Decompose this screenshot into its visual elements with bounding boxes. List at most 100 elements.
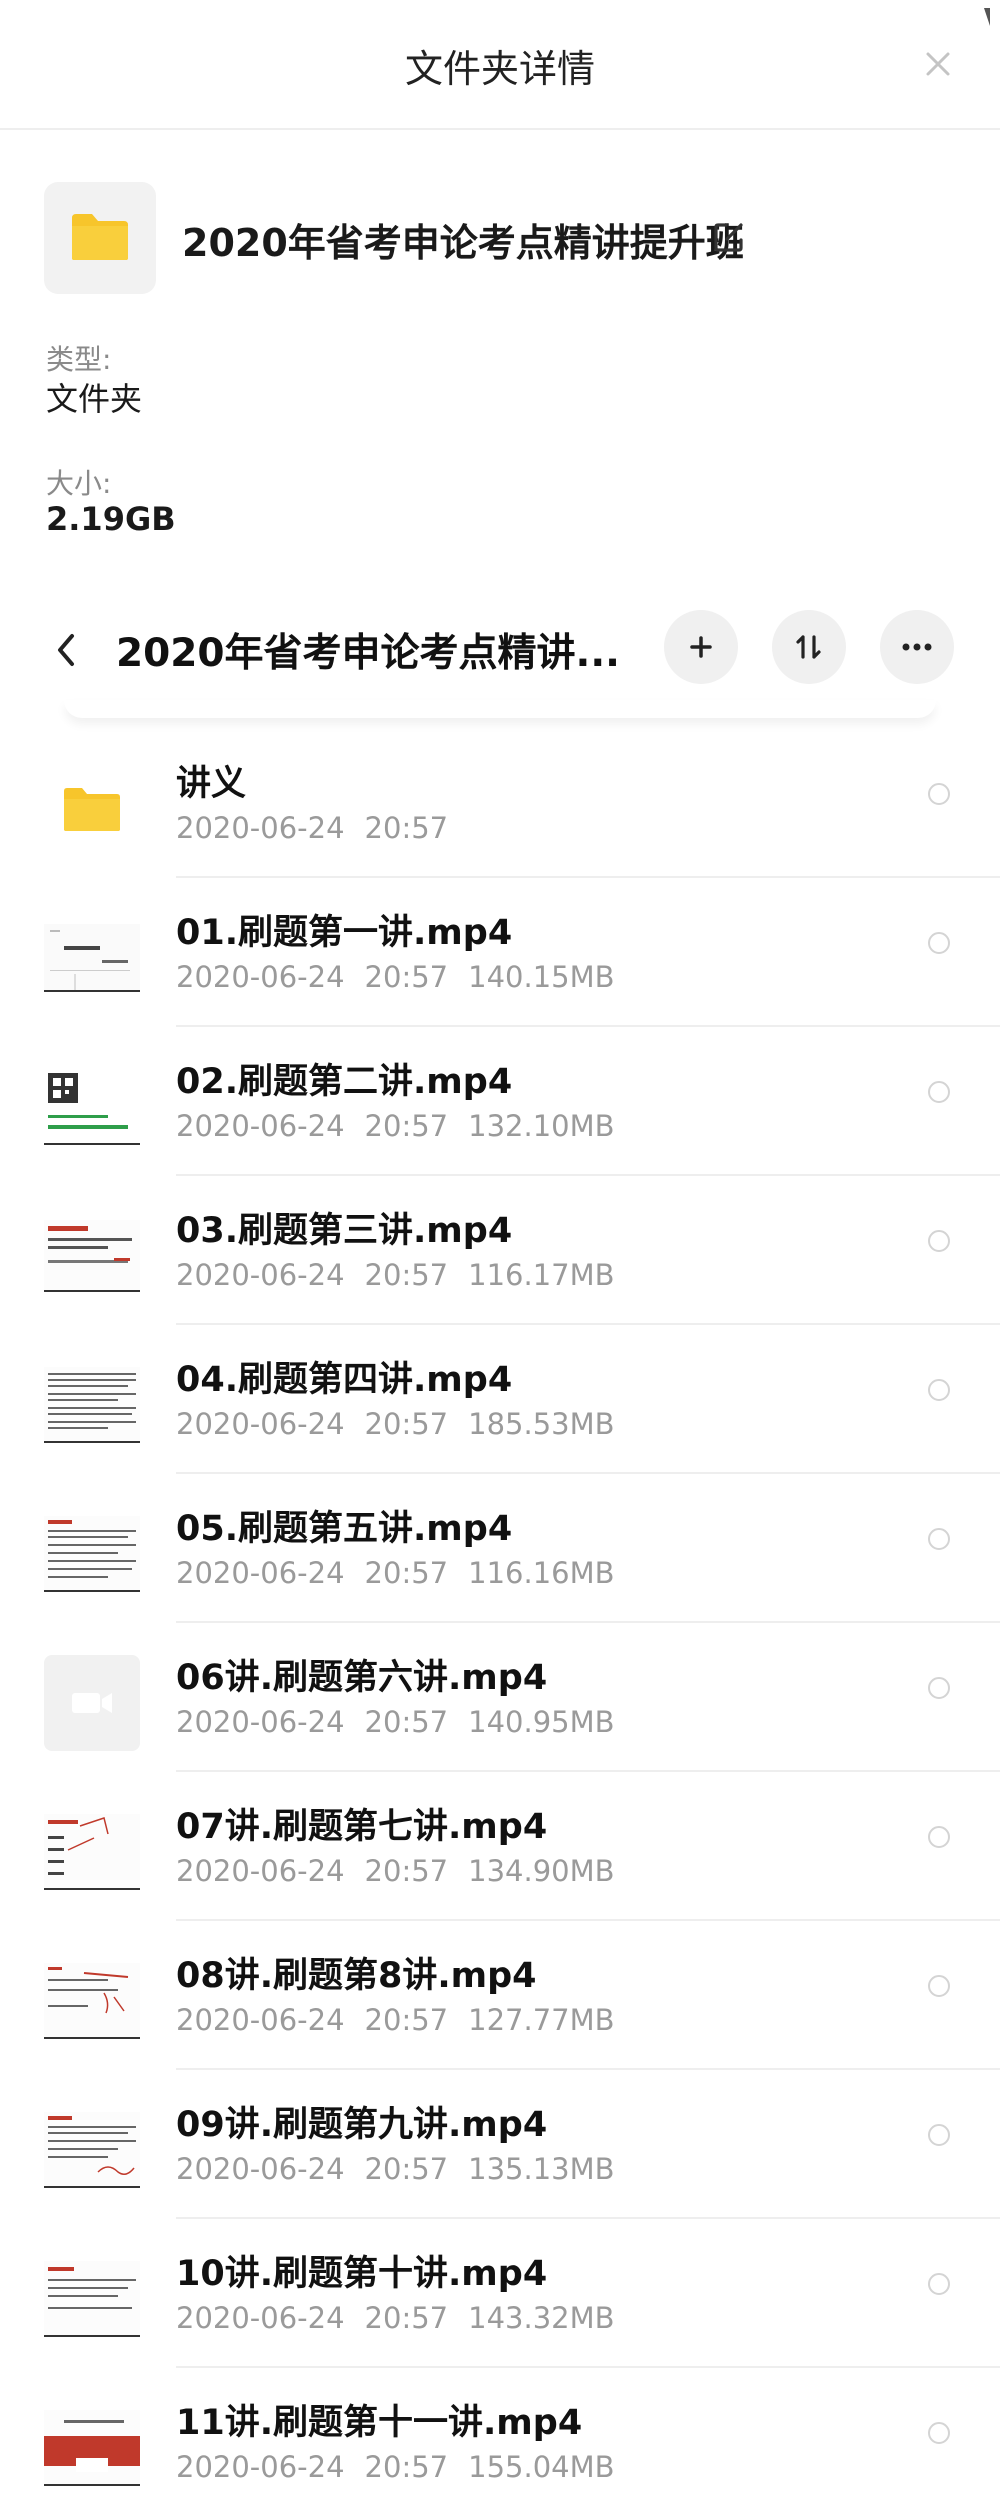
type-value: 文件夹 (46, 380, 143, 418)
file-time: 20:57 (364, 2152, 449, 2186)
file-date: 2020-06-24 (176, 1556, 345, 1590)
file-date: 2020-06-24 (176, 1109, 345, 1143)
list-item-video[interactable]: 05.刷题第五讲.mp4 2020-06-24 20:57 116.16MB (0, 1474, 1000, 1623)
file-meta: 2020-06-24 20:57 127.77MB (176, 2003, 635, 2037)
list-item-video[interactable]: 10讲.刷题第十讲.mp4 2020-06-24 20:57 143.32MB (0, 2219, 1000, 2368)
select-radio[interactable] (928, 932, 950, 954)
file-time: 20:57 (364, 2003, 449, 2037)
file-size: 132.10MB (468, 1109, 615, 1143)
select-radio[interactable] (928, 783, 950, 805)
chevron-left-icon[interactable] (48, 626, 84, 674)
file-name: 02.刷题第二讲.mp4 (176, 1062, 513, 1102)
file-name: 04.刷题第四讲.mp4 (176, 1360, 513, 1400)
file-meta: 2020-06-24 20:57 143.32MB (176, 2301, 635, 2335)
file-size: 155.04MB (468, 2450, 615, 2484)
file-size: 140.15MB (468, 960, 615, 994)
size-value: 2.19GB (46, 500, 176, 538)
file-date: 2020-06-24 (176, 960, 345, 994)
select-radio[interactable] (928, 1528, 950, 1550)
file-time: 20:57 (364, 1556, 449, 1590)
file-date: 2020-06-24 (176, 1705, 345, 1739)
file-time: 20:57 (364, 1407, 449, 1441)
file-meta: 2020-06-24 20:57 116.16MB (176, 1556, 635, 1590)
list-item-video[interactable]: 11讲.刷题第十一讲.mp4 2020-06-24 20:57 155.04MB (0, 2368, 1000, 2517)
list-item-video[interactable]: 08讲.刷题第8讲.mp4 2020-06-24 20:57 127.77MB (0, 1921, 1000, 2070)
select-radio[interactable] (928, 2273, 950, 2295)
list-item-video[interactable]: 01.刷题第一讲.mp4 2020-06-24 20:57 140.15MB (0, 878, 1000, 1027)
file-name: 09讲.刷题第九讲.mp4 (176, 2105, 548, 2145)
close-icon[interactable] (918, 44, 958, 84)
list-item-video[interactable]: 04.刷题第四讲.mp4 2020-06-24 20:57 185.53MB (0, 1325, 1000, 1474)
file-date: 2020-06-24 (176, 811, 345, 845)
sort-button[interactable] (772, 610, 846, 684)
file-time: 20:57 (364, 811, 449, 845)
file-name: 07讲.刷题第七讲.mp4 (176, 1807, 548, 1847)
list-item-video[interactable]: 03.刷题第三讲.mp4 2020-06-24 20:57 116.17MB (0, 1176, 1000, 1325)
file-meta: 2020-06-24 20:57 185.53MB (176, 1407, 635, 1441)
file-time: 20:57 (364, 2301, 449, 2335)
list-item-folder[interactable]: 讲义 2020-06-24 20:57 (0, 729, 1000, 878)
video-thumbnail (44, 1506, 140, 1602)
file-meta: 2020-06-24 20:57 140.15MB (176, 960, 635, 994)
plus-icon (690, 636, 712, 658)
file-time: 20:57 (364, 1854, 449, 1888)
video-thumbnail (44, 1804, 140, 1900)
select-radio[interactable] (928, 2124, 950, 2146)
file-time: 20:57 (364, 960, 449, 994)
file-name: 10讲.刷题第十讲.mp4 (176, 2254, 548, 2294)
file-size: 135.13MB (468, 2152, 615, 2186)
corner-mark-icon (984, 8, 990, 26)
type-label: 类型: (46, 343, 112, 376)
file-name: 03.刷题第三讲.mp4 (176, 1211, 513, 1251)
size-label: 大小: (46, 467, 112, 500)
file-meta: 2020-06-24 20:57 134.90MB (176, 1854, 635, 1888)
add-button[interactable] (664, 610, 738, 684)
video-thumbnail (44, 910, 140, 1006)
more-horizontal-icon (902, 643, 932, 651)
list-item-video[interactable]: 06讲.刷题第六讲.mp4 2020-06-24 20:57 140.95MB (0, 1623, 1000, 1772)
select-radio[interactable] (928, 2422, 950, 2444)
file-size: 116.17MB (468, 1258, 615, 1292)
video-thumbnail (44, 1059, 140, 1155)
file-meta: 2020-06-24 20:57 116.17MB (176, 1258, 635, 1292)
video-thumbnail (44, 2102, 140, 2198)
select-radio[interactable] (928, 1230, 950, 1252)
file-list: 讲义 2020-06-24 20:57 01.刷题第一讲.mp4 2020-06-… (0, 729, 1000, 2517)
select-radio[interactable] (928, 1379, 950, 1401)
file-date: 2020-06-24 (176, 2450, 345, 2484)
select-radio[interactable] (928, 1975, 950, 1997)
file-time: 20:57 (364, 1705, 449, 1739)
file-size: 140.95MB (468, 1705, 615, 1739)
file-meta: 2020-06-24 20:57 140.95MB (176, 1705, 635, 1739)
edit-external-icon[interactable] (710, 218, 748, 256)
file-date: 2020-06-24 (176, 1854, 345, 1888)
video-thumbnail (44, 1953, 140, 2049)
select-radio[interactable] (928, 1677, 950, 1699)
file-name: 11讲.刷题第十一讲.mp4 (176, 2403, 583, 2443)
folder-icon (72, 214, 128, 260)
file-date: 2020-06-24 (176, 2003, 345, 2037)
file-time: 20:57 (364, 2450, 449, 2484)
dialog-title: 文件夹详情 (404, 47, 595, 91)
file-time: 20:57 (364, 1258, 449, 1292)
more-button[interactable] (880, 610, 954, 684)
file-date: 2020-06-24 (176, 1407, 345, 1441)
file-size: 143.32MB (468, 2301, 615, 2335)
list-item-video[interactable]: 02.刷题第二讲.mp4 2020-06-24 20:57 132.10MB (0, 1027, 1000, 1176)
video-thumbnail (44, 1208, 140, 1304)
sort-icon (796, 635, 821, 659)
file-name: 08讲.刷题第8讲.mp4 (176, 1956, 537, 1996)
select-radio[interactable] (928, 1826, 950, 1848)
file-size: 185.53MB (468, 1407, 615, 1441)
file-name: 01.刷题第一讲.mp4 (176, 913, 513, 953)
folder-icon-card (44, 182, 156, 294)
file-meta: 2020-06-24 20:57 155.04MB (176, 2450, 635, 2484)
folder-icon-small (44, 761, 140, 857)
file-name: 05.刷题第五讲.mp4 (176, 1509, 513, 1549)
video-placeholder-icon (44, 1655, 140, 1751)
list-item-video[interactable]: 07讲.刷题第七讲.mp4 2020-06-24 20:57 134.90MB (0, 1772, 1000, 1921)
list-item-video[interactable]: 09讲.刷题第九讲.mp4 2020-06-24 20:57 135.13MB (0, 2070, 1000, 2219)
select-radio[interactable] (928, 1081, 950, 1103)
path-title: 2020年省考申论考点精讲... (116, 631, 620, 676)
file-meta: 2020-06-24 20:57 135.13MB (176, 2152, 635, 2186)
